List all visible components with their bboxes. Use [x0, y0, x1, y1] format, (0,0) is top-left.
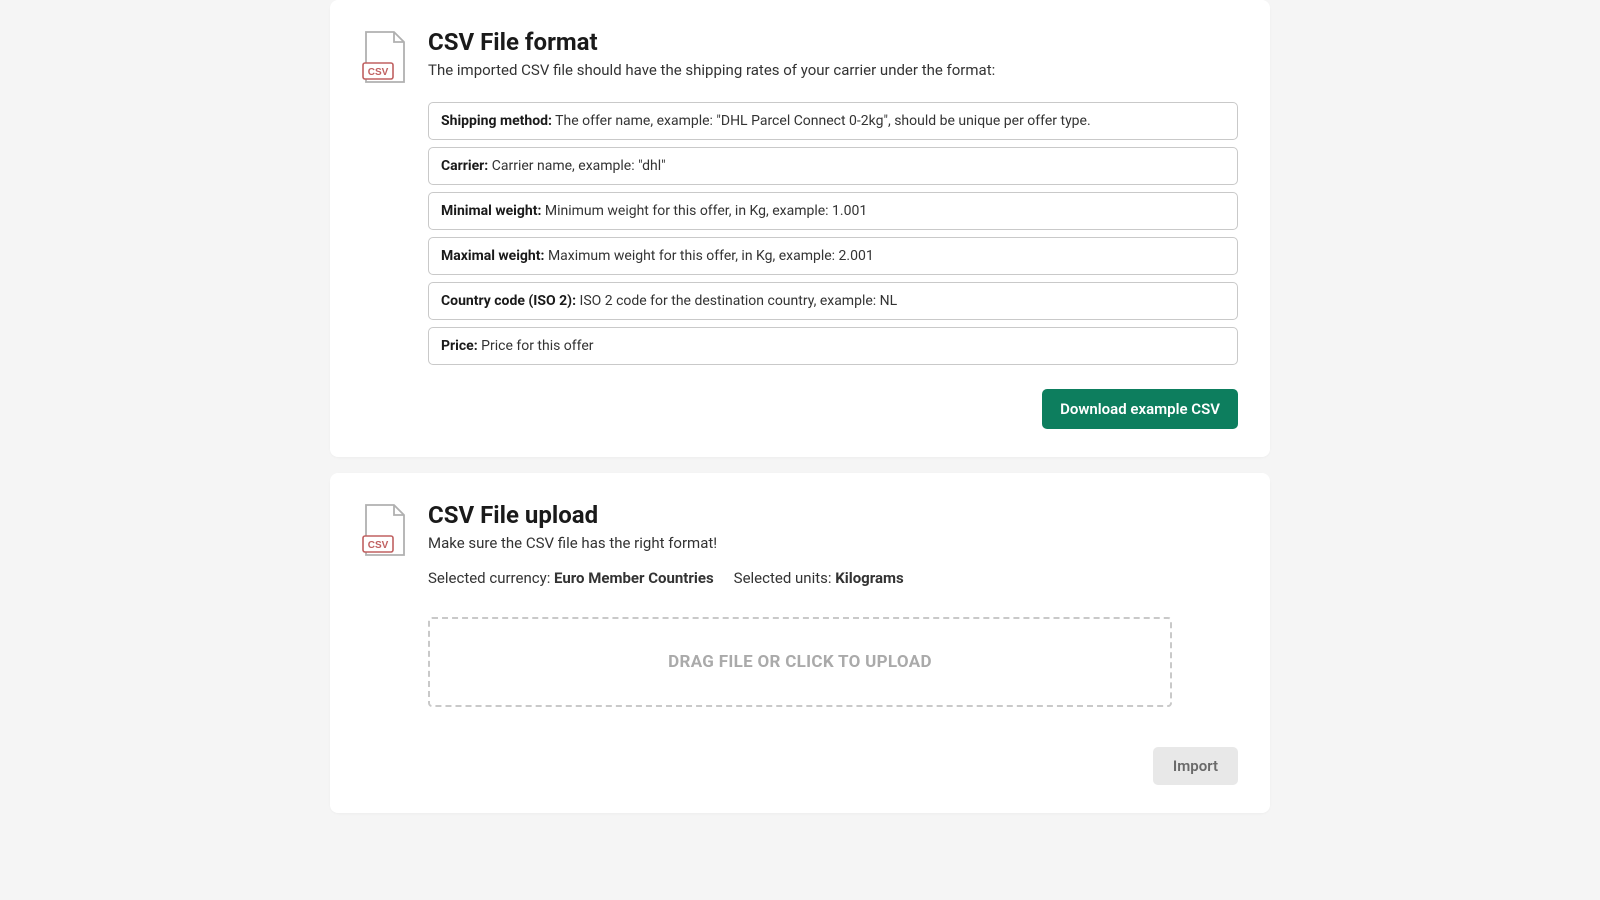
field-description: The offer name, example: "DHL Parcel Con… [555, 113, 1091, 129]
selected-units: Selected units: Kilograms [734, 569, 904, 587]
field-description: Carrier name, example: "dhl" [492, 158, 666, 174]
csv-field-maximal-weight: Maximal weight: Maximum weight for this … [428, 237, 1238, 275]
csv-format-subtitle: The imported CSV file should have the sh… [428, 60, 995, 81]
field-label: Country code (ISO 2): [441, 293, 576, 309]
csv-format-title: CSV File format [428, 28, 995, 56]
selected-currency-value: Euro Member Countries [554, 569, 714, 587]
csv-upload-subtitle: Make sure the CSV file has the right for… [428, 533, 717, 554]
csv-field-list: Shipping method: The offer name, example… [428, 102, 1238, 365]
dropzone-text: DRAG FILE OR CLICK TO UPLOAD [668, 652, 932, 672]
download-example-csv-button[interactable]: Download example CSV [1042, 389, 1238, 429]
selected-currency-label: Selected currency: [428, 569, 554, 587]
csv-upload-title: CSV File upload [428, 501, 717, 529]
field-label: Price: [441, 338, 478, 354]
svg-text:CSV: CSV [368, 540, 389, 551]
csv-file-icon: CSV [362, 503, 408, 557]
field-label: Shipping method: [441, 113, 552, 129]
csv-file-icon: CSV [362, 30, 408, 84]
svg-text:CSV: CSV [368, 67, 389, 78]
selected-units-label: Selected units: [734, 569, 836, 587]
field-label: Carrier: [441, 158, 488, 174]
csv-field-price: Price: Price for this offer [428, 327, 1238, 365]
selected-currency: Selected currency: Euro Member Countries [428, 569, 714, 587]
field-label: Minimal weight: [441, 203, 541, 219]
csv-upload-header: CSV CSV File upload Make sure the CSV fi… [362, 501, 1238, 557]
import-button[interactable]: Import [1153, 747, 1238, 785]
field-label: Maximal weight: [441, 248, 544, 264]
csv-format-header: CSV CSV File format The imported CSV fil… [362, 28, 1238, 84]
field-description: ISO 2 code for the destination country, … [580, 293, 898, 309]
selected-units-value: Kilograms [835, 569, 904, 587]
csv-field-shipping-method: Shipping method: The offer name, example… [428, 102, 1238, 140]
file-dropzone[interactable]: DRAG FILE OR CLICK TO UPLOAD [428, 617, 1172, 707]
csv-upload-card: CSV CSV File upload Make sure the CSV fi… [330, 473, 1270, 813]
csv-field-minimal-weight: Minimal weight: Minimum weight for this … [428, 192, 1238, 230]
field-description: Maximum weight for this offer, in Kg, ex… [548, 248, 874, 264]
csv-field-carrier: Carrier: Carrier name, example: "dhl" [428, 147, 1238, 185]
field-description: Minimum weight for this offer, in Kg, ex… [545, 203, 867, 219]
csv-format-card: CSV CSV File format The imported CSV fil… [330, 0, 1270, 457]
field-description: Price for this offer [481, 338, 593, 354]
csv-field-country-code: Country code (ISO 2): ISO 2 code for the… [428, 282, 1238, 320]
selected-info-row: Selected currency: Euro Member Countries… [428, 569, 1238, 587]
